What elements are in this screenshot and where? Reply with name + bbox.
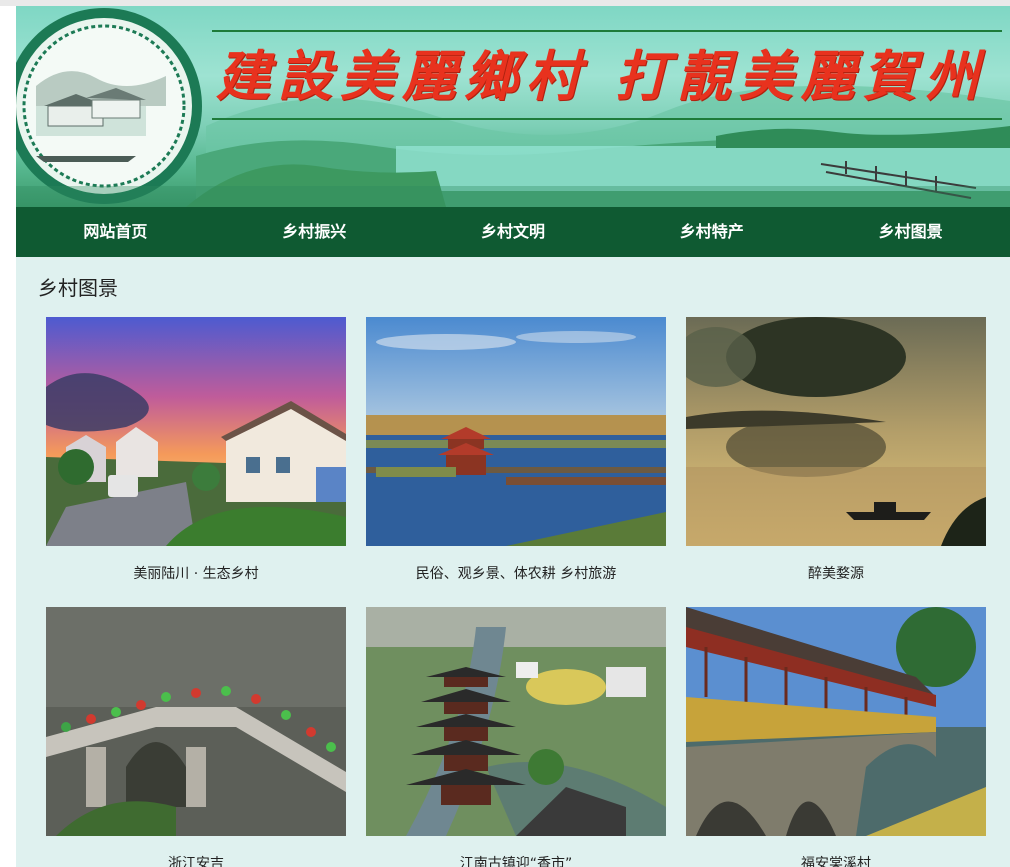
gallery-caption[interactable]: 浙江安吉	[46, 853, 346, 867]
nav-item-revitalization[interactable]: 乡村振兴	[215, 207, 414, 257]
gallery-item[interactable]: 醉美婺源	[686, 317, 986, 583]
photo-lake-pavilion[interactable]	[366, 317, 666, 546]
page-container: 建設美麗鄉村 打靚美麗賀州 网站首页 乡村振兴 乡村文明 乡村特产 乡村图景 乡…	[16, 6, 1010, 867]
banner-slogan: 建設美麗鄉村 打靚美麗賀州	[216, 44, 987, 108]
photo-arch-bridge[interactable]	[46, 607, 346, 836]
photo-village-sunset[interactable]	[46, 317, 346, 546]
gallery-item[interactable]: 民俗、观乡景、体农耕 乡村旅游	[366, 317, 666, 583]
gallery-caption[interactable]: 醉美婺源	[686, 563, 986, 583]
nav-item-scenery[interactable]: 乡村图景	[811, 207, 1010, 257]
header-banner: 建設美麗鄉村 打靚美麗賀州	[16, 6, 1010, 207]
nav-item-specialties[interactable]: 乡村特产	[612, 207, 811, 257]
gallery-item[interactable]: 浙江安吉	[46, 607, 346, 867]
section-title: 乡村图景	[38, 276, 118, 300]
photo-covered-bridge[interactable]	[686, 607, 986, 836]
nav-item-civilization[interactable]: 乡村文明	[414, 207, 613, 257]
gallery-caption[interactable]: 福安棠溪村	[686, 853, 986, 867]
gallery-caption[interactable]: 江南古镇迎“香市”	[366, 853, 666, 867]
photo-misty-river[interactable]	[686, 317, 986, 546]
gallery-item[interactable]: 福安棠溪村	[686, 607, 986, 867]
gallery-item[interactable]: 美丽陆川 · 生态乡村	[46, 317, 346, 583]
nav-item-home[interactable]: 网站首页	[16, 207, 215, 257]
photo-pagoda-canal[interactable]	[366, 607, 666, 836]
gallery-item[interactable]: 江南古镇迎“香市”	[366, 607, 666, 867]
main-navigation: 网站首页 乡村振兴 乡村文明 乡村特产 乡村图景	[16, 207, 1010, 257]
gallery-caption[interactable]: 民俗、观乡景、体农耕 乡村旅游	[366, 563, 666, 583]
gallery-caption[interactable]: 美丽陆川 · 生态乡村	[46, 563, 346, 583]
